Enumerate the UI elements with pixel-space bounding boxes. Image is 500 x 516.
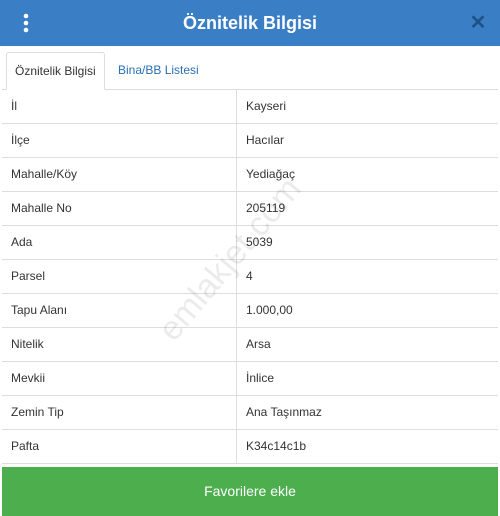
table-row: Tapu Alanı 1.000,00 [2, 294, 498, 328]
tab-attribute-info[interactable]: Öznitelik Bilgisi [6, 52, 105, 90]
attribute-value: İnlice [246, 371, 275, 385]
attribute-label: Zemin Tip [2, 396, 237, 429]
table-row: Parsel 4 [2, 260, 498, 294]
table-row: Ada 5039 [2, 226, 498, 260]
tab-building-list[interactable]: Bina/BB Listesi [110, 52, 207, 90]
attribute-label: Tapu Alanı [2, 294, 237, 327]
attribute-label: Mahalle/Köy [2, 158, 237, 191]
table-row: Zemin Tip Ana Taşınmaz [2, 396, 498, 430]
attribute-label: İlçe [2, 124, 237, 157]
attribute-label: Nitelik [2, 328, 237, 361]
attribute-label: Ada [2, 226, 237, 259]
table-row: Mahalle No 205119 [2, 192, 498, 226]
table-row: Mevkii İnlice [2, 362, 498, 396]
attribute-value: 1.000,00 [246, 303, 293, 317]
attribute-value: K34c14c1b [246, 439, 307, 453]
attribute-value: 4 [246, 269, 253, 283]
page-title: Öznitelik Bilgisi [182, 13, 318, 33]
attribute-label: Pafta [2, 430, 237, 463]
attribute-label: İl [2, 90, 237, 123]
attribute-label: Mevkii [2, 362, 237, 395]
attribute-value: Arsa [246, 337, 271, 351]
attribute-value: 205119 [246, 201, 286, 215]
attribute-table: İl Kayseri İlçe Hacılar Mahalle/Köy Yedi… [2, 90, 498, 464]
attribute-value: Hacılar [246, 133, 285, 147]
attribute-value: 5039 [246, 235, 273, 249]
table-row: İlçe Hacılar [2, 124, 498, 158]
attribute-value: Kayseri [246, 99, 287, 113]
table-row: İl Kayseri [2, 90, 498, 124]
attribute-value: Yediağaç [246, 167, 295, 181]
table-row: Mahalle/Köy Yediağaç [2, 158, 498, 192]
close-icon[interactable]: ✕ [466, 10, 490, 36]
table-row: Pafta K34c14c1b [2, 430, 498, 464]
attribute-panel: Öznitelik Bilgisi ✕ Öznitelik Bilgisi Bi… [0, 0, 500, 516]
title-bar: Öznitelik Bilgisi ✕ [0, 0, 500, 46]
add-to-favorites-button[interactable]: Favorilere ekle [2, 467, 498, 516]
tab-bar: Öznitelik Bilgisi Bina/BB Listesi [2, 46, 498, 90]
table-row: Nitelik Arsa [2, 328, 498, 362]
attribute-label: Parsel [2, 260, 237, 293]
attribute-value: Ana Taşınmaz [246, 405, 322, 419]
attribute-label: Mahalle No [2, 192, 237, 225]
